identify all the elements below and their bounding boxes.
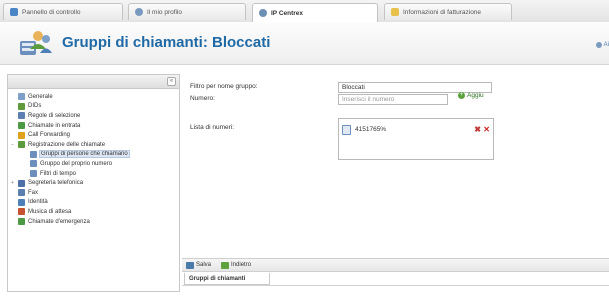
- sidebar-item-label: Identità: [28, 199, 48, 206]
- number-list-label: Lista di numeri:: [190, 124, 235, 131]
- sidebar-item-label: Chiamate in entrata: [28, 122, 81, 129]
- number-label: Numero:: [190, 95, 215, 102]
- sidebar-item[interactable]: Generale: [8, 92, 179, 102]
- sidebar: « Generale DIDs Regole di selezione Chiamat…: [7, 74, 180, 292]
- help-icon: [595, 42, 602, 48]
- sidebar-item-label: Segreteria telefonica: [28, 180, 84, 187]
- sidebar-item[interactable]: Chiamate d'emergenza: [8, 217, 179, 227]
- sidebar-item-label: DIDs: [28, 103, 42, 110]
- add-icon: +: [458, 92, 465, 99]
- sidebar-item[interactable]: Gruppi di persone che chiamano: [8, 150, 179, 160]
- sidebar-item-label: Musica di attesa: [28, 208, 72, 215]
- call-forwarding-icon: [18, 131, 25, 139]
- back-label: Indietro: [231, 262, 252, 268]
- general-icon: [18, 93, 25, 101]
- number-input[interactable]: [338, 94, 448, 105]
- save-label: Salva: [196, 262, 212, 268]
- phone-number-icon: [342, 124, 351, 135]
- sidebar-item-label: Fax: [28, 189, 39, 196]
- tab-billing-info[interactable]: Informazioni di fatturazione: [384, 3, 512, 20]
- delete-number-icon[interactable]: ✖: [474, 125, 481, 134]
- sidebar-item[interactable]: Gruppo del proprio numero: [8, 159, 179, 169]
- fax-icon: [18, 189, 25, 197]
- caller-groups-icon: [30, 150, 37, 158]
- sidebar-item[interactable]: Identità: [8, 198, 179, 208]
- bottom-toolbar: Salva Indietro: [182, 258, 609, 272]
- sidebar-item[interactable]: − Registrazione delle chiamate: [8, 140, 179, 150]
- time-filter-icon: [30, 170, 37, 178]
- identity-icon: [18, 198, 25, 206]
- sidebar-item[interactable]: Filtri di tempo: [8, 169, 179, 179]
- expander-icon[interactable]: −: [10, 142, 15, 148]
- expander-icon[interactable]: +: [10, 180, 15, 186]
- tab-label: Pannello di controllo: [22, 8, 81, 16]
- add-number-button[interactable]: + Aggiu: [458, 92, 484, 99]
- list-item[interactable]: 4151765% ✖ ✕: [342, 124, 490, 135]
- page-title: Gruppi di chiamanti: Bloccati: [62, 34, 271, 51]
- back-button[interactable]: Indietro: [221, 261, 252, 269]
- sidebar-item[interactable]: + Segreteria telefonica: [8, 178, 179, 188]
- tab-control-panel[interactable]: Pannello di controllo: [3, 3, 123, 20]
- caller-groups-icon: [20, 31, 52, 55]
- sidebar-item[interactable]: Regole di selezione: [8, 111, 179, 121]
- tab-label: IP Centrex: [271, 9, 304, 17]
- sidebar-header: «: [8, 75, 179, 89]
- sidebar-item-label: Registrazione delle chiamate: [28, 141, 106, 148]
- tab-ip-centrex[interactable]: IP Centrex: [252, 3, 378, 22]
- sidebar-item[interactable]: Fax: [8, 188, 179, 198]
- tab-caller-groups[interactable]: Gruppi di chiamanti: [184, 273, 270, 285]
- incoming-calls-icon: [18, 122, 25, 130]
- number-list: 4151765% ✖ ✕: [338, 118, 494, 160]
- profile-icon: [135, 8, 143, 16]
- sidebar-item[interactable]: Musica di attesa: [8, 207, 179, 217]
- tab-label: Il mio profilo: [147, 8, 183, 16]
- music-on-hold-icon: [18, 208, 25, 216]
- sidebar-item[interactable]: DIDs: [8, 102, 179, 112]
- dids-icon: [18, 102, 25, 110]
- save-button[interactable]: Salva: [186, 261, 212, 269]
- help-label: Ai: [603, 42, 609, 48]
- sidebar-item-label: Chiamate d'emergenza: [28, 218, 90, 225]
- voicemail-icon: [18, 179, 25, 187]
- save-icon: [186, 261, 194, 269]
- sidebar-item-label: Regole di selezione: [28, 112, 81, 119]
- sidebar-item[interactable]: Chiamate in entrata: [8, 121, 179, 131]
- tab-my-profile[interactable]: Il mio profilo: [128, 3, 246, 20]
- remove-number-icon[interactable]: ✕: [483, 125, 490, 134]
- billing-icon: [391, 8, 399, 16]
- sidebar-item-label: Call Forwarding: [28, 132, 71, 139]
- sidebar-item-label: Gruppo del proprio numero: [40, 160, 113, 167]
- rules-icon: [18, 112, 25, 120]
- sidebar-item-label: Filtri di tempo: [40, 170, 77, 177]
- tab-label: Informazioni di fatturazione: [403, 8, 482, 16]
- top-tab-bar: Pannello di controllo Il mio profilo IP …: [0, 0, 609, 23]
- emergency-calls-icon: [18, 218, 25, 226]
- sidebar-item-label: Gruppi di persone che chiamano: [39, 150, 130, 159]
- divider: [182, 285, 609, 286]
- back-arrow-icon: [221, 261, 230, 269]
- own-number-group-icon: [30, 160, 37, 168]
- sidebar-tree: Generale DIDs Regole di selezione Chiamate …: [8, 89, 179, 226]
- collapse-sidebar-button[interactable]: «: [167, 77, 176, 86]
- sidebar-item-label: Generale: [28, 93, 53, 100]
- centrex-icon: [259, 9, 267, 17]
- group-name-label: Filtro per nome gruppo:: [190, 83, 258, 90]
- call-screening-icon: [18, 141, 25, 149]
- help-link[interactable]: Ai: [595, 42, 609, 48]
- caller-group-form: Filtro per nome gruppo: Numero: + Aggiu …: [184, 74, 609, 254]
- number-value: 4151765%: [355, 126, 387, 133]
- add-number-label: Aggiu: [467, 92, 484, 99]
- panel-icon: [10, 8, 18, 16]
- page-header: Gruppi di chiamanti: Bloccati Ai: [0, 22, 609, 65]
- sidebar-item[interactable]: Call Forwarding: [8, 130, 179, 140]
